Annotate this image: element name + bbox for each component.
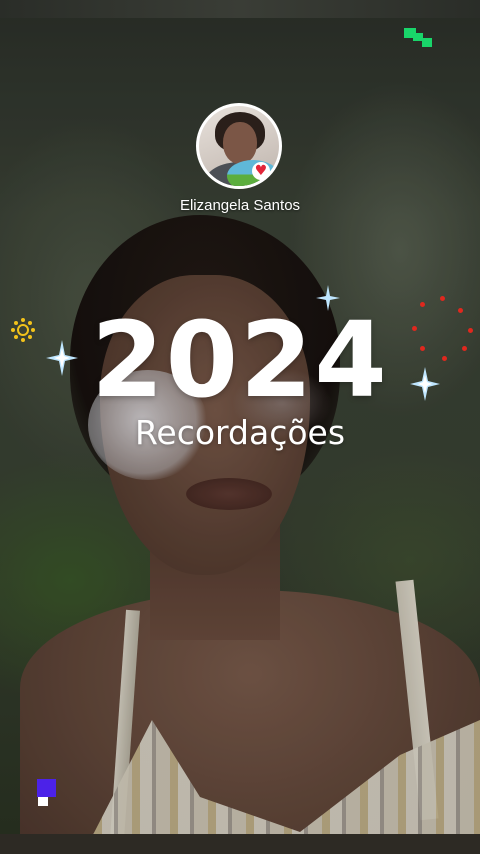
profile-avatar[interactable] — [196, 103, 282, 189]
profile-username[interactable]: Elizangela Santos — [0, 197, 480, 214]
bottom-strip — [0, 834, 480, 854]
brand-logo — [37, 779, 56, 797]
top-status-strip — [0, 0, 480, 18]
heart-icon: ♥ — [252, 162, 270, 180]
memories-subtitle: Recordações — [134, 413, 346, 452]
year-title: 2024 — [91, 299, 389, 421]
